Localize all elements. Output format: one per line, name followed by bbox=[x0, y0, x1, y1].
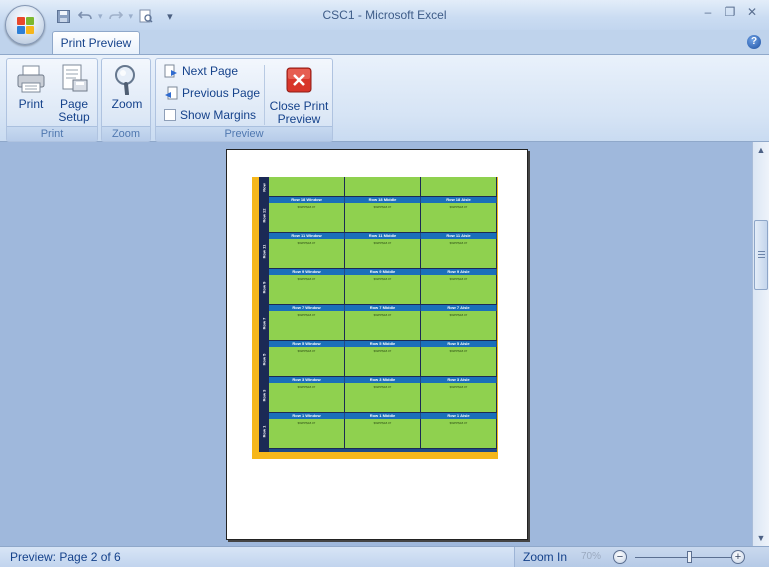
next-page-button[interactable]: Next Page bbox=[164, 61, 238, 81]
page-setup-icon bbox=[58, 63, 90, 95]
zoom-in-tooltip: Zoom In bbox=[523, 550, 568, 564]
zoom-group: Zoom Zoom bbox=[101, 58, 151, 142]
previous-page-icon bbox=[164, 86, 178, 100]
seat-subtext: $WPP$18.07 bbox=[449, 385, 468, 389]
seat-subtext: $WPP$18.07 bbox=[373, 313, 392, 317]
seat-subtext: $WPP$18.07 bbox=[373, 421, 392, 425]
seat-subtext: $WPP$18.07 bbox=[297, 313, 316, 317]
next-page-label: Next Page bbox=[182, 64, 239, 78]
ribbon-tab-strip: Print Preview ? bbox=[0, 30, 769, 55]
scroll-thumb[interactable] bbox=[754, 220, 768, 290]
close-print-preview-button[interactable]: Close Print Preview bbox=[268, 63, 330, 126]
seat-subtext: $WPP$18.07 bbox=[373, 277, 392, 281]
seat-subtext: $WPP$18.07 bbox=[449, 205, 468, 209]
zoom-percent[interactable]: 70% bbox=[581, 551, 601, 562]
office-logo-icon bbox=[17, 17, 34, 34]
seat-subtext: $WPP$18.07 bbox=[297, 349, 316, 353]
restore-icon[interactable]: ❐ bbox=[723, 5, 737, 19]
group-divider bbox=[264, 65, 265, 125]
zoom-in-icon[interactable]: + bbox=[731, 550, 745, 564]
seat-subtext: $WPP$18.07 bbox=[297, 421, 316, 425]
seat-subtext: $WPP$18.07 bbox=[449, 241, 468, 245]
page-setup-button[interactable]: Page Setup bbox=[53, 63, 95, 124]
page-setup-label-2: Setup bbox=[58, 110, 90, 124]
print-group: Print Page Setup Print bbox=[6, 58, 98, 142]
seat-cell bbox=[345, 177, 421, 197]
seat-subtext: $WPP$18.07 bbox=[297, 205, 316, 209]
preview-work-area: Row Row 12 Row 11 Row 9 Row 7 Row 5 Row 3 Row 1… bbox=[0, 142, 752, 546]
scroll-down-icon[interactable]: ▼ bbox=[753, 530, 769, 546]
magnifier-icon bbox=[111, 63, 143, 96]
printer-icon bbox=[15, 63, 47, 95]
window-title: CSC1 - Microsoft Excel bbox=[322, 8, 447, 22]
help-icon[interactable]: ? bbox=[747, 35, 761, 49]
seat-chart-printout: Row Row 12 Row 11 Row 9 Row 7 Row 5 Row 3 Row 1… bbox=[252, 177, 498, 459]
preview-group: Next Page Previous Page Show Margins Clo… bbox=[155, 58, 333, 142]
preview-group-label: Preview bbox=[156, 126, 332, 141]
seat-subtext: $WPP$18.07 bbox=[297, 277, 316, 281]
row-label: Row 9 bbox=[261, 281, 267, 293]
seat-grid: Row 18 Window $WPP$18.07 Row 18 Middle $WPP… bbox=[269, 177, 497, 452]
ribbon: Print Page Setup Print Zoom Zoom Next Pa… bbox=[0, 54, 769, 142]
seat-subtext: $WPP$18.07 bbox=[373, 205, 392, 209]
show-margins-checkbox[interactable]: Show Margins bbox=[164, 105, 256, 125]
preview-page: Row Row 12 Row 11 Row 9 Row 7 Row 5 Row 3 Row 1… bbox=[226, 149, 528, 540]
seat-subtext: $WPP$18.07 bbox=[373, 349, 392, 353]
status-page-text: Preview: Page 2 of 6 bbox=[10, 550, 121, 564]
scroll-up-icon[interactable]: ▲ bbox=[753, 142, 769, 158]
print-group-label: Print bbox=[7, 126, 97, 141]
zoom-slider-track[interactable] bbox=[635, 557, 735, 558]
seat-subtext: $WPP$18.07 bbox=[373, 241, 392, 245]
print-button[interactable]: Print bbox=[11, 63, 51, 111]
zoom-slider-thumb[interactable] bbox=[687, 551, 692, 563]
row-label: Row 7 bbox=[261, 317, 267, 329]
status-bar: Preview: Page 2 of 6 Zoom In 70% − + bbox=[0, 546, 769, 567]
print-label: Print bbox=[18, 97, 44, 111]
show-margins-check-icon[interactable] bbox=[164, 109, 176, 121]
title-bar: ▾ ▾ ▾ CSC1 - Microsoft Excel – ❐ ✕ bbox=[0, 0, 769, 45]
seat-subtext: $WPP$18.07 bbox=[449, 421, 468, 425]
seat-subtext: $WPP$18.07 bbox=[373, 385, 392, 389]
row-label: Row 5 bbox=[261, 353, 267, 365]
scroll-grip-icon bbox=[758, 251, 765, 259]
zoom-controls: Zoom In 70% − + bbox=[514, 547, 769, 567]
close-window-icon[interactable]: ✕ bbox=[745, 5, 759, 19]
seat-cell bbox=[421, 177, 497, 197]
seat-subtext: $WPP$18.07 bbox=[449, 313, 468, 317]
vertical-scrollbar[interactable]: ▲ ▼ bbox=[752, 142, 769, 546]
row-label: Row 1 bbox=[261, 425, 267, 437]
office-button[interactable] bbox=[5, 5, 45, 45]
zoom-button[interactable]: Zoom bbox=[106, 63, 148, 111]
row-label-column: Row Row 12 Row 11 Row 9 Row 7 Row 5 Row 3 Row 1 bbox=[259, 177, 269, 452]
zoom-group-label: Zoom bbox=[102, 126, 150, 141]
seat-subtext: $WPP$18.07 bbox=[449, 349, 468, 353]
show-margins-label: Show Margins bbox=[180, 108, 257, 122]
close-preview-icon bbox=[286, 67, 312, 93]
row-label: Row 12 bbox=[261, 207, 267, 223]
seat-cell bbox=[269, 177, 345, 197]
minimize-icon[interactable]: – bbox=[701, 5, 715, 19]
close-preview-label-2: Preview bbox=[277, 112, 321, 126]
seat-subtext: $WPP$18.07 bbox=[297, 385, 316, 389]
row-label: Row 11 bbox=[261, 244, 267, 258]
zoom-label: Zoom bbox=[111, 97, 143, 111]
previous-page-label: Previous Page bbox=[182, 86, 261, 100]
zoom-out-icon[interactable]: − bbox=[613, 550, 627, 564]
previous-page-button[interactable]: Previous Page bbox=[164, 83, 260, 103]
seat-subtext: $WPP$18.07 bbox=[297, 241, 316, 245]
tab-print-preview[interactable]: Print Preview bbox=[52, 31, 140, 55]
row-label: Row bbox=[261, 182, 267, 192]
seat-subtext: $WPP$18.07 bbox=[449, 277, 468, 281]
row-label: Row 3 bbox=[261, 389, 267, 401]
next-page-icon bbox=[164, 64, 178, 78]
